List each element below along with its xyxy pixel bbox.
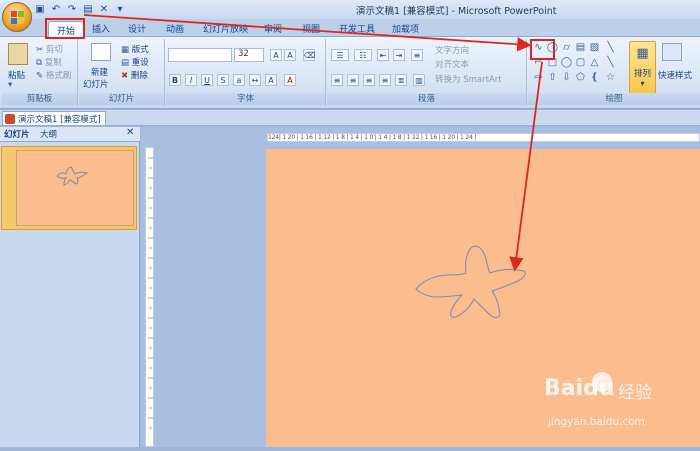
baidu-watermark: Baidu 经验 jingyan.baidu.com — [538, 372, 678, 442]
arrow-to-slide — [509, 61, 543, 272]
arrow-to-shapes — [83, 14, 532, 52]
paw-icon — [592, 372, 612, 392]
watermark-url: jingyan.baidu.com — [548, 416, 645, 428]
jingyan-text: 经验 — [618, 383, 652, 403]
